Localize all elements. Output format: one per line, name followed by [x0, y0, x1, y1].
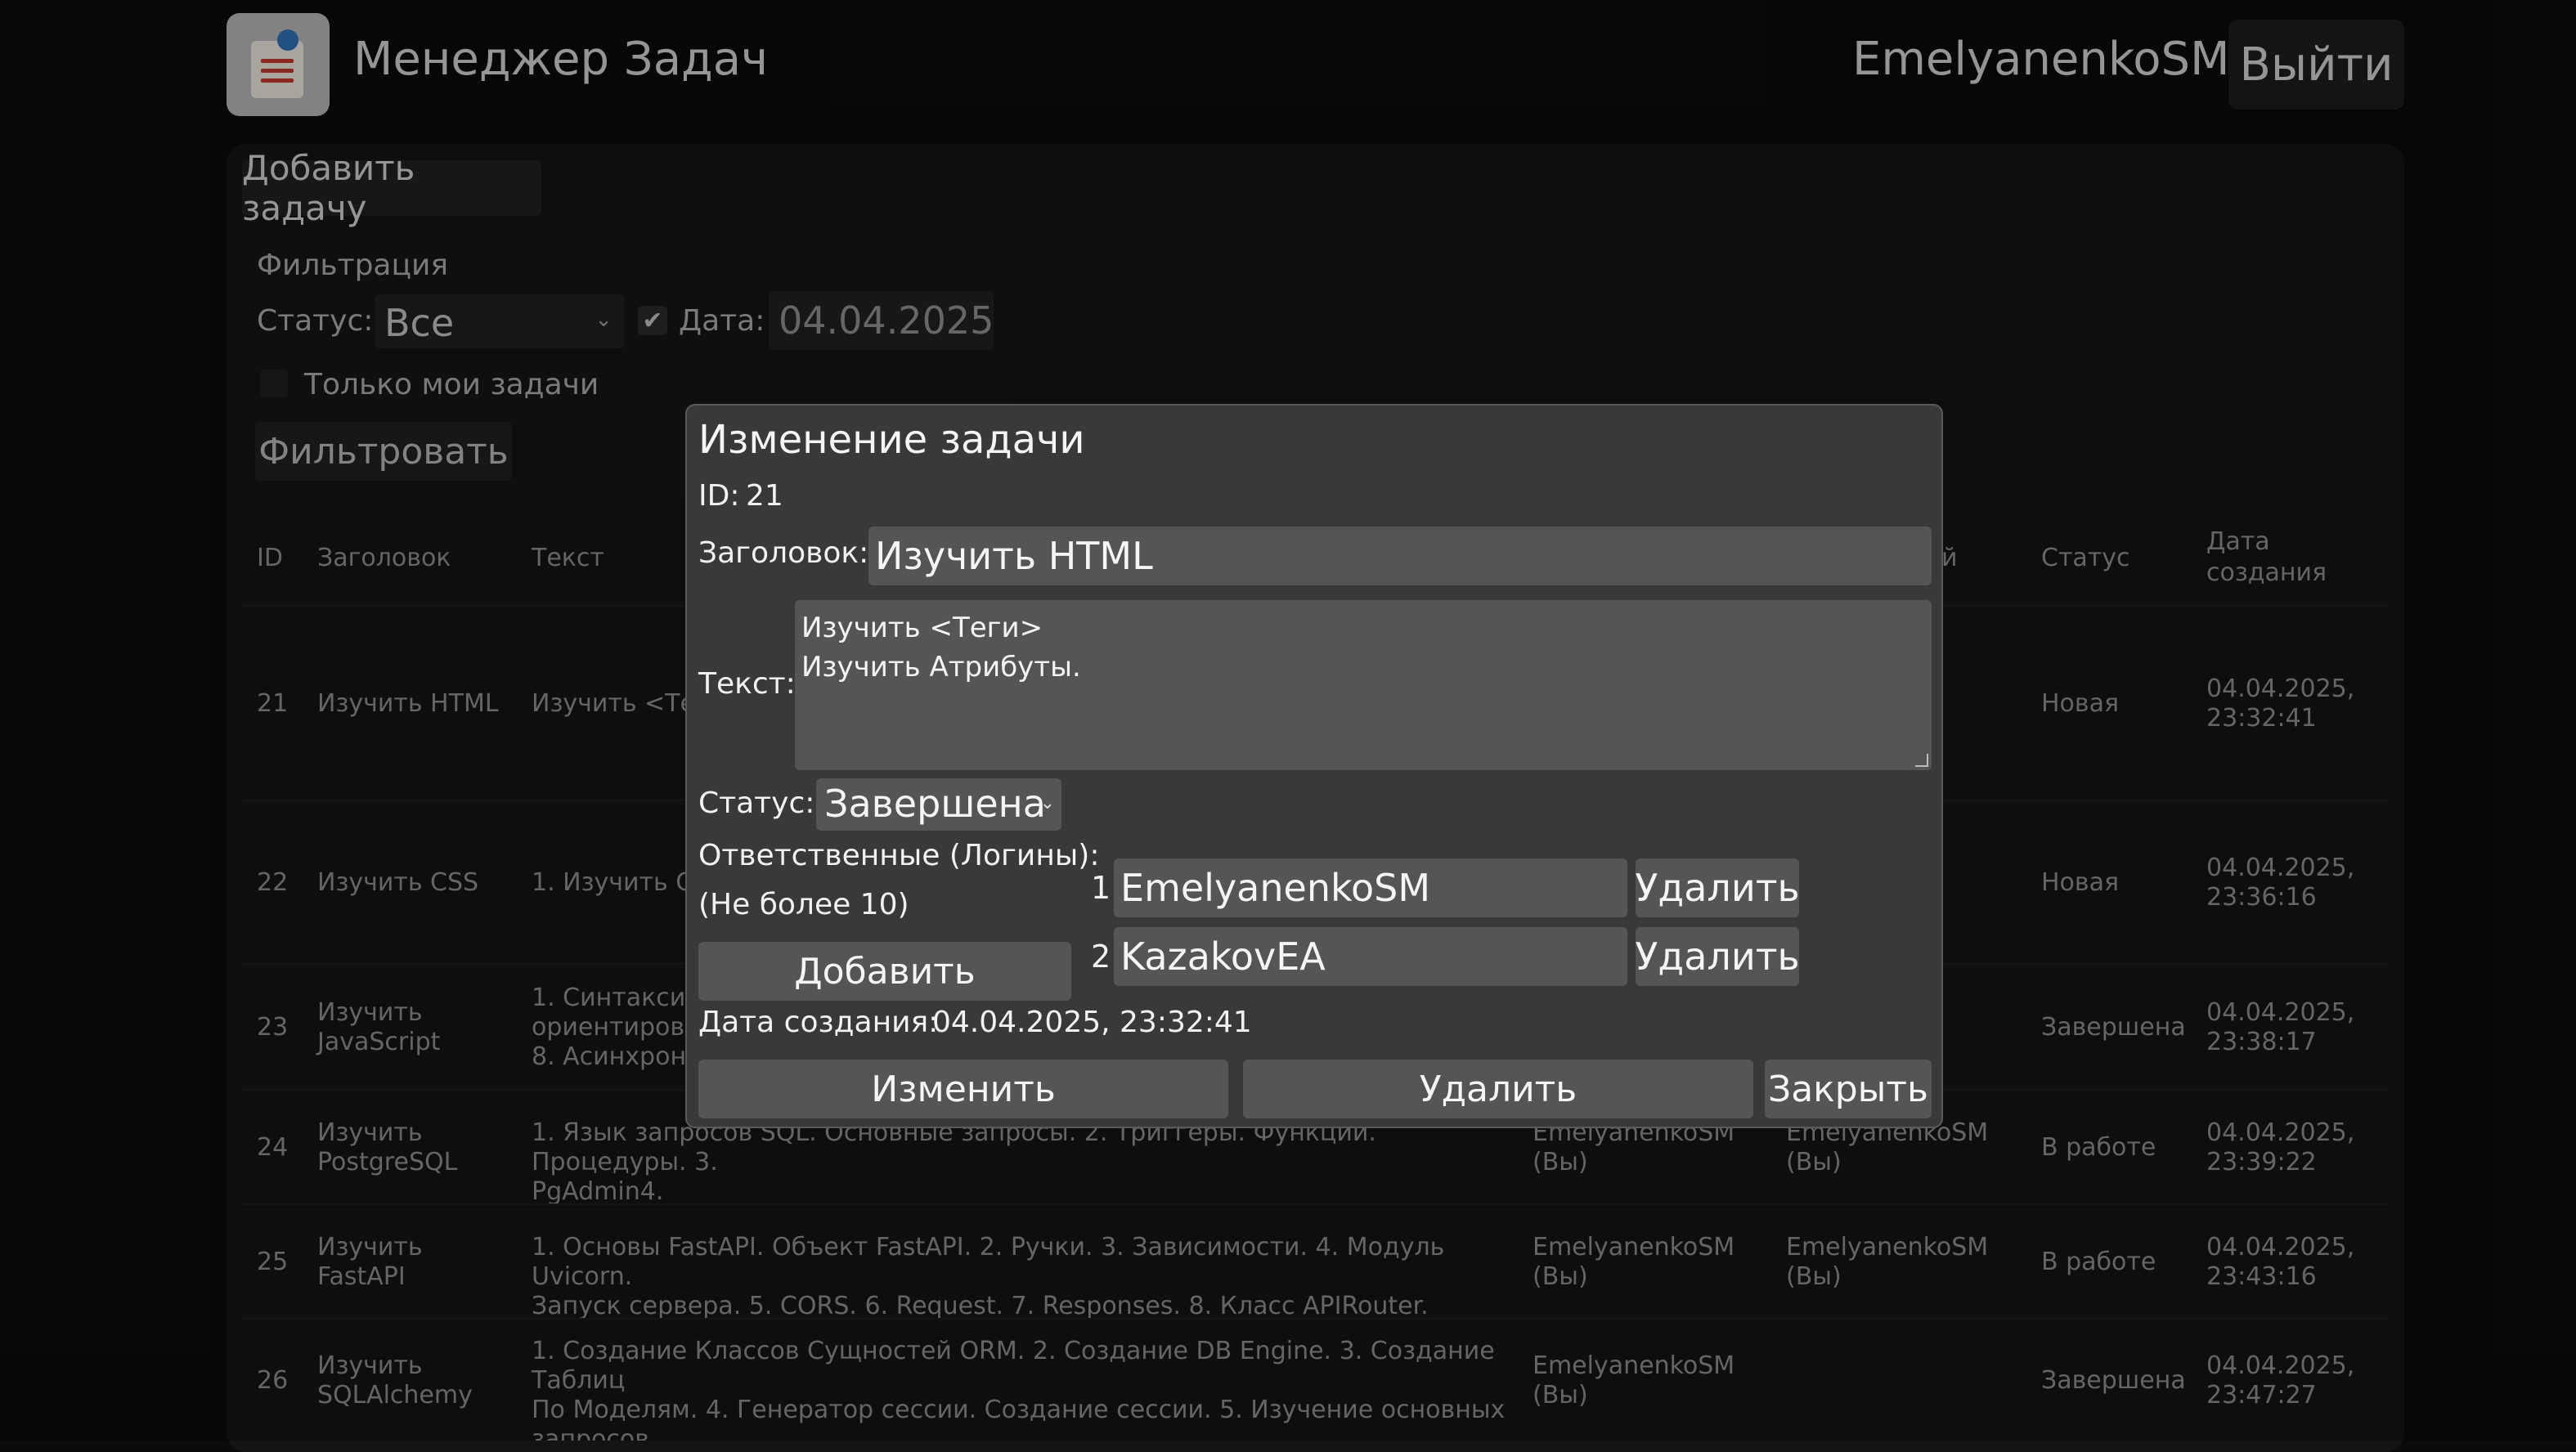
remove-responsible-button-1[interactable]: Удалить — [1635, 858, 1800, 917]
close-modal-button[interactable]: Закрыть — [1765, 1060, 1932, 1118]
edit-task-button[interactable]: Изменить — [698, 1060, 1228, 1118]
responsibles-label: Ответственные (Логины): — [698, 839, 1100, 872]
text-area-line-2: Изучить Атрибуты. — [801, 651, 1081, 683]
responsibles-hint: (Не более 10) — [698, 888, 909, 921]
text-area-line-1: Изучить <Теги> — [801, 612, 1043, 644]
status-select-value: Завершена — [824, 782, 1046, 826]
chevron-down-icon: ⌄ — [1039, 793, 1055, 813]
text-label: Текст: — [698, 667, 796, 701]
heading-label: Заголовок: — [698, 536, 869, 570]
created-value: 04.04.2025, 23:32:41 — [932, 1006, 1252, 1039]
add-responsible-button[interactable]: Добавить — [698, 942, 1071, 1001]
edit-task-modal: Изменение задачи ID: 21 Заголовок: Изучи… — [685, 404, 1943, 1128]
task-id-value: 21 — [746, 479, 783, 513]
status-select[interactable]: Завершена ⌄ — [816, 778, 1061, 831]
delete-task-button[interactable]: Удалить — [1243, 1060, 1753, 1118]
heading-input[interactable]: Изучить HTML — [868, 527, 1932, 585]
responsible-login-input-1[interactable]: EmelyanenkoSM — [1114, 858, 1627, 917]
resize-handle-icon[interactable] — [1915, 754, 1928, 767]
task-id-label: ID: — [698, 479, 740, 513]
created-label: Дата создания: — [698, 1006, 939, 1039]
remove-responsible-button-2[interactable]: Удалить — [1635, 927, 1800, 986]
status-label: Статус: — [698, 786, 815, 820]
task-manager-app: Менеджер Задач EmelyanenkoSM Выйти Добав… — [0, 0, 2576, 1452]
responsible-login-input-2[interactable]: KazakovEA — [1114, 927, 1627, 986]
text-area[interactable]: Изучить <Теги> Изучить Атрибуты. — [795, 600, 1932, 770]
modal-title: Изменение задачи — [698, 417, 1085, 463]
